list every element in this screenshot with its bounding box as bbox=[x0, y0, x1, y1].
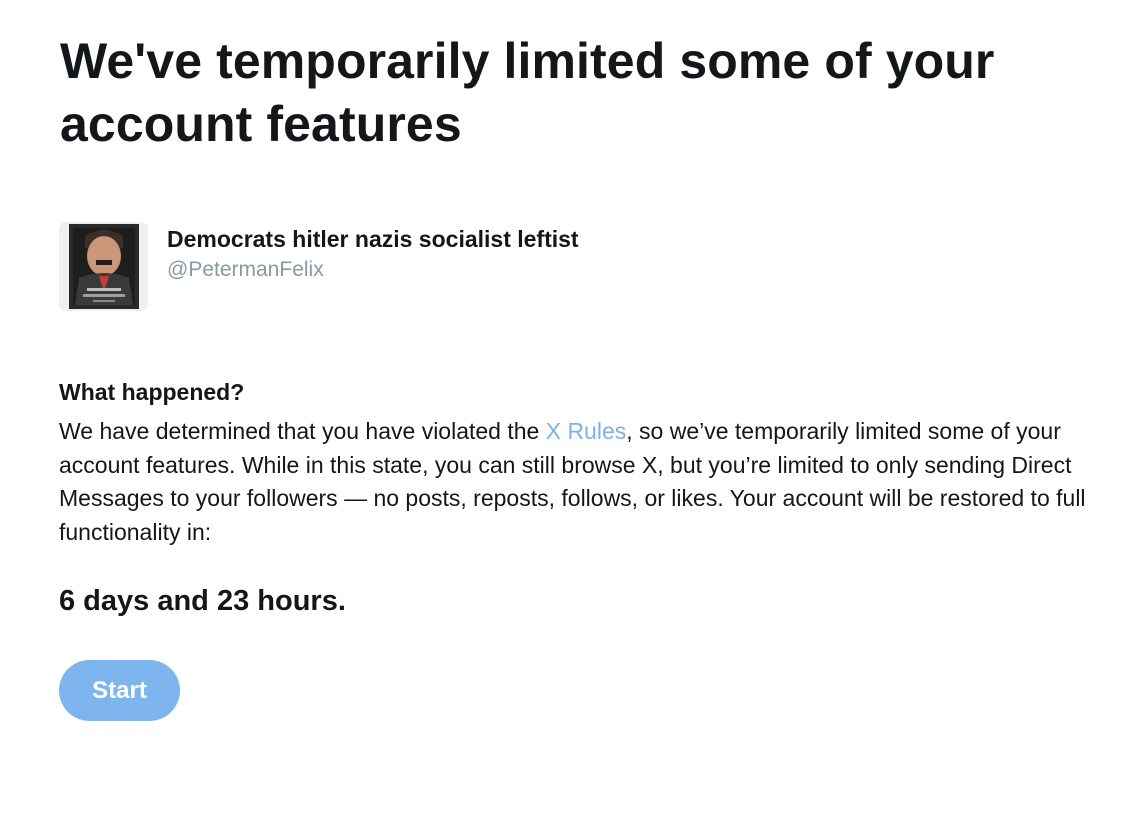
limited-account-page: We've temporarily limited some of your a… bbox=[0, 0, 1143, 833]
start-button[interactable]: Start bbox=[59, 660, 180, 721]
profile-photo-icon bbox=[59, 222, 148, 311]
avatar[interactable] bbox=[59, 222, 148, 311]
restriction-duration: 6 days and 23 hours. bbox=[59, 585, 346, 617]
account-handle: @PetermanFelix bbox=[167, 258, 324, 281]
explanation-text-start: We have determined that you have violate… bbox=[59, 418, 546, 444]
what-happened-title: What happened? bbox=[59, 379, 245, 405]
page-title: We've temporarily limited some of your a… bbox=[60, 33, 995, 152]
x-rules-link[interactable]: X Rules bbox=[546, 418, 627, 444]
display-name: Democrats hitler nazis socialist leftist bbox=[167, 226, 579, 252]
violation-explanation: We have determined that you have violate… bbox=[59, 415, 1137, 549]
